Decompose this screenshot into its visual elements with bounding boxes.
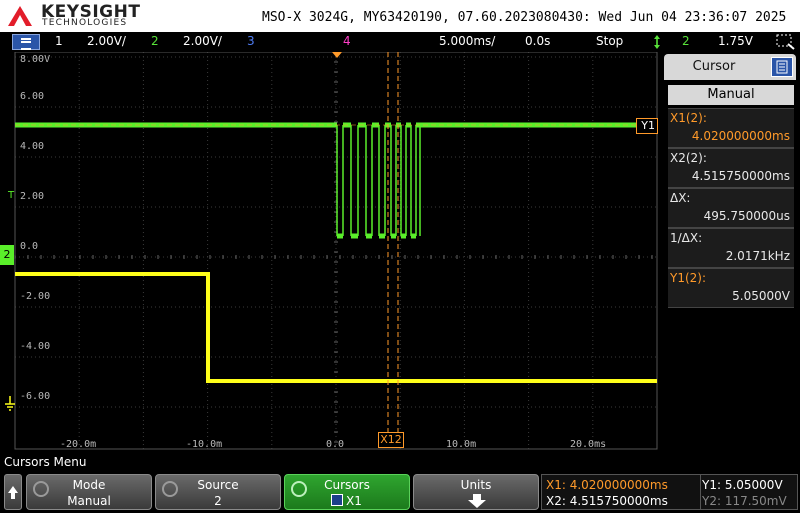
trigger-level[interactable]: 1.75V bbox=[718, 34, 753, 48]
inv-dx-value: 2.0171kHz bbox=[725, 249, 790, 263]
y-label-neg4: -4.00 bbox=[20, 341, 51, 352]
source-softkey[interactable]: Source 2 bbox=[155, 474, 281, 510]
softkey-bar: Mode Manual Source 2 Cursors X1 Units X1… bbox=[0, 472, 800, 512]
channel-status-bar: 1 2.00V/ 2 2.00V/ 3 4 5.000ms/ 0.0s Stop… bbox=[0, 32, 800, 52]
run-stop-state[interactable]: Stop bbox=[596, 34, 623, 48]
ch2-number[interactable]: 2 bbox=[151, 34, 159, 48]
x2-label: X2(2): bbox=[670, 151, 707, 165]
graticule-center-ticks bbox=[14, 52, 653, 443]
trigger-source[interactable]: 2 bbox=[682, 34, 690, 48]
x2-value: 4.515750000ms bbox=[691, 169, 790, 183]
y-label-neg6: -6.00 bbox=[20, 391, 51, 402]
readout-divider bbox=[700, 474, 701, 510]
dx-label: ΔX: bbox=[670, 191, 691, 205]
cursor-y1-entry: Y1(2): 5.05000V bbox=[668, 268, 794, 308]
y-label-0: 0.0 bbox=[20, 241, 39, 252]
menu-up-button[interactable] bbox=[4, 474, 22, 510]
zoom-icon[interactable] bbox=[776, 34, 796, 50]
cursor-mode-display[interactable]: Manual bbox=[668, 85, 794, 105]
y1-value: 5.05000V bbox=[732, 289, 790, 303]
cursor-dx-entry: ΔX: 495.750000us bbox=[668, 188, 794, 228]
waveform-grid bbox=[14, 52, 658, 450]
ch1-number[interactable]: 1 bbox=[55, 34, 63, 48]
cursor-readout: X1: 4.020000000ms X2: 4.515750000ms Y1: … bbox=[541, 474, 798, 510]
mode-softkey-value: Manual bbox=[67, 494, 111, 508]
side-panel-header: Cursor bbox=[664, 54, 796, 80]
x-label-0: 0.0 bbox=[326, 439, 345, 450]
inv-dx-label: 1/ΔX: bbox=[670, 231, 703, 245]
time-delay[interactable]: 0.0s bbox=[525, 34, 550, 48]
side-panel-title: Cursor bbox=[692, 59, 736, 74]
x-label-neg10: -10.0m bbox=[186, 439, 223, 450]
y-label-2: 2.00 bbox=[20, 191, 45, 202]
mode-softkey[interactable]: Mode Manual bbox=[26, 474, 152, 510]
readout-y2: Y2: 117.50mV bbox=[702, 494, 787, 508]
y1-label: Y1(2): bbox=[670, 271, 707, 285]
source-softkey-label: Source bbox=[197, 478, 239, 492]
arrow-down-icon bbox=[468, 494, 486, 508]
dx-value: 495.750000us bbox=[703, 209, 790, 223]
cursors-selected-name: X1 bbox=[346, 494, 362, 508]
readout-y1: Y1: 5.05000V bbox=[702, 478, 783, 492]
cursors-softkey[interactable]: Cursors X1 bbox=[284, 474, 410, 510]
units-softkey-label: Units bbox=[460, 478, 492, 492]
mode-softkey-label: Mode bbox=[72, 478, 106, 492]
trigger-level-marker[interactable]: T bbox=[8, 190, 14, 201]
panel-menu-icon[interactable] bbox=[771, 57, 793, 77]
ch2-ground-marker[interactable]: 2 bbox=[0, 245, 14, 265]
cursor-y1-marker[interactable]: Y1 bbox=[636, 118, 658, 134]
x-label-20: 20.0ms bbox=[570, 439, 607, 450]
device-info: MSO-X 3024G, MY63420190, 07.60.202308043… bbox=[262, 10, 787, 25]
arrow-up-icon bbox=[8, 486, 18, 499]
timebase-scale[interactable]: 5.000ms/ bbox=[439, 34, 495, 48]
keysight-logo-icon bbox=[8, 6, 32, 26]
cursor-side-panel: Cursor Manual X1(2): 4.020000000ms X2(2)… bbox=[660, 52, 800, 452]
ch1-ground-icon bbox=[5, 396, 15, 411]
ch4-number[interactable]: 4 bbox=[343, 34, 351, 48]
x-label-10: 10.0m bbox=[446, 439, 477, 450]
readout-x1: X1: 4.020000000ms bbox=[546, 478, 668, 492]
readout-x2: X2: 4.515750000ms bbox=[546, 494, 668, 508]
softkey-menu-title: Cursors Menu bbox=[4, 455, 87, 469]
cursors-softkey-label: Cursors bbox=[324, 478, 370, 492]
y-label-8: 8.00V bbox=[20, 54, 51, 65]
ch1-scale[interactable]: 2.00V/ bbox=[87, 34, 126, 48]
cursor-x1-entry: X1(2): 4.020000000ms bbox=[668, 108, 794, 148]
source-softkey-value: 2 bbox=[214, 494, 222, 508]
x-label-neg20: -20.0m bbox=[60, 439, 97, 450]
title-bar: KEYSIGHT TECHNOLOGIES MSO-X 3024G, MY634… bbox=[0, 0, 800, 32]
cursor-inv-dx-entry: 1/ΔX: 2.0171kHz bbox=[668, 228, 794, 268]
cursors-softkey-value: X1 bbox=[331, 494, 362, 508]
brand-subtitle: TECHNOLOGIES bbox=[42, 18, 128, 28]
side-panel-body: Manual X1(2): 4.020000000ms X2(2): 4.515… bbox=[664, 82, 796, 308]
y-label-4: 4.00 bbox=[20, 141, 45, 152]
main-menu-button[interactable] bbox=[12, 34, 40, 50]
trigger-edge-icon bbox=[654, 35, 660, 49]
cursor-x2-entry: X2(2): 4.515750000ms bbox=[668, 148, 794, 188]
ch2-scale[interactable]: 2.00V/ bbox=[183, 34, 222, 48]
selected-box-icon bbox=[331, 494, 343, 506]
x1-value: 4.020000000ms bbox=[691, 129, 790, 143]
y-label-neg2: -2.00 bbox=[20, 291, 51, 302]
channel-2-trace bbox=[15, 122, 640, 239]
units-softkey[interactable]: Units bbox=[413, 474, 539, 510]
trigger-position-icon bbox=[332, 52, 342, 58]
ch3-number[interactable]: 3 bbox=[247, 34, 255, 48]
x1-label: X1(2): bbox=[670, 111, 707, 125]
waveform-display[interactable]: 8.00V 6.00 4.00 2.00 0.0 -2.00 -4.00 -6.… bbox=[0, 52, 660, 452]
cursor-x12-marker[interactable]: X12 bbox=[378, 432, 404, 448]
y-label-6: 6.00 bbox=[20, 91, 45, 102]
